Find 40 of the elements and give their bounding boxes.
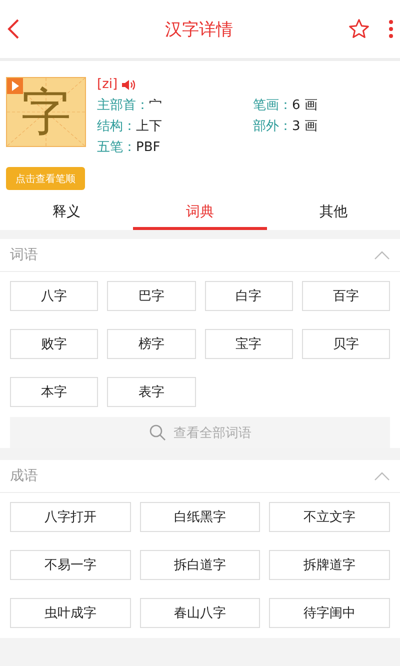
section-title: 词语 — [10, 246, 38, 264]
field-label: 笔画： — [253, 98, 292, 113]
word-button[interactable]: 贝字 — [302, 329, 390, 359]
word-button[interactable]: 败字 — [10, 329, 98, 359]
field-value: 3 画 — [292, 119, 318, 134]
word-button[interactable]: 待字闺中 — [269, 598, 390, 628]
field-label: 主部首： — [97, 98, 149, 113]
field-value: 6 画 — [292, 98, 318, 113]
search-icon — [148, 424, 166, 441]
pinyin: [zi] — [97, 77, 118, 92]
word-button[interactable]: 本字 — [10, 377, 98, 407]
field-label: 部外： — [253, 119, 292, 134]
field-label: 五笔： — [97, 140, 136, 155]
section-title: 成语 — [10, 467, 38, 485]
word-button[interactable]: 春山八字 — [140, 598, 260, 628]
character-glyph: 字 — [21, 87, 71, 137]
field-value: 上下 — [136, 119, 162, 134]
word-button[interactable]: 白字 — [204, 281, 293, 311]
word-button[interactable]: 巴字 — [107, 281, 196, 311]
speaker-icon[interactable] — [120, 78, 136, 90]
word-button[interactable]: 不易一字 — [10, 550, 131, 580]
page-title: 汉字详情 — [164, 18, 234, 40]
word-button[interactable]: 表字 — [107, 377, 196, 407]
field-label: 结构： — [97, 119, 136, 134]
word-button[interactable]: 不立文字 — [269, 502, 390, 532]
field-value: 宀 — [149, 98, 162, 113]
word-button[interactable]: 虫叶成字 — [10, 598, 131, 628]
back-icon[interactable] — [6, 18, 20, 40]
word-button[interactable]: 八字打开 — [10, 502, 131, 532]
star-icon[interactable] — [348, 18, 370, 40]
word-button[interactable]: 拆牌道字 — [269, 550, 390, 580]
word-button[interactable]: 拆白道字 — [140, 550, 260, 580]
word-button[interactable]: 八字 — [10, 281, 98, 311]
word-button[interactable]: 百字 — [302, 281, 390, 311]
word-button[interactable]: 白纸黑字 — [140, 502, 260, 532]
word-button[interactable]: 宝字 — [204, 329, 293, 359]
word-button[interactable]: 榜字 — [107, 329, 196, 359]
more-icon[interactable] — [388, 19, 394, 39]
play-icon[interactable] — [7, 78, 23, 94]
field-value: PBF — [136, 140, 160, 155]
